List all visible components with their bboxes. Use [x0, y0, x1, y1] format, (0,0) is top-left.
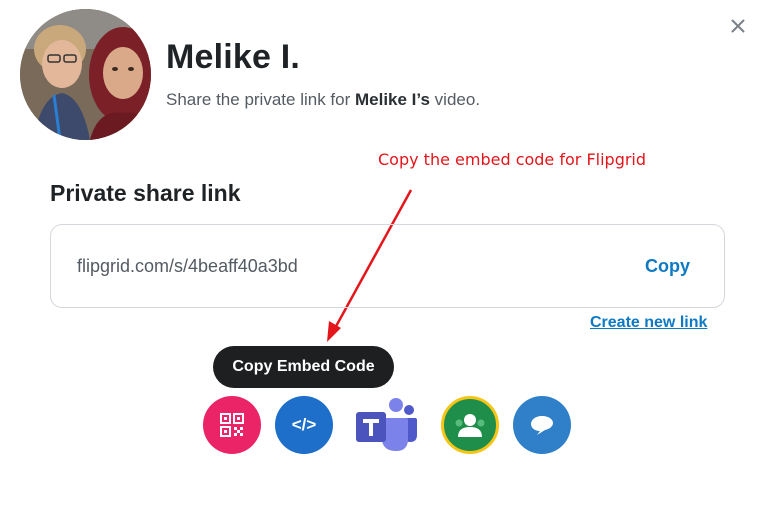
- code-icon: </>: [291, 415, 317, 434]
- section-title: Private share link: [50, 180, 241, 206]
- qr-code-button[interactable]: [203, 396, 261, 454]
- avatar: [20, 9, 151, 140]
- share-modal: Melike I. Share the private link for Mel…: [0, 0, 770, 518]
- close-icon: [731, 19, 745, 33]
- create-new-link[interactable]: Create new link: [590, 314, 707, 332]
- remind-button[interactable]: [513, 396, 571, 454]
- share-link-box: flipgrid.com/s/4beaff40a3bd Copy: [50, 224, 725, 308]
- close-button[interactable]: [723, 11, 753, 41]
- embed-code-button[interactable]: </>: [275, 396, 333, 454]
- copy-link-button[interactable]: Copy: [645, 256, 690, 277]
- embed-tooltip: Copy Embed Code: [213, 346, 394, 388]
- remind-icon: [531, 416, 553, 435]
- user-name: Melike I.: [166, 38, 301, 76]
- subtitle-user-name: Melike I’s: [354, 90, 430, 109]
- teams-icon: [356, 398, 417, 451]
- microsoft-teams-button[interactable]: [350, 396, 420, 454]
- qr-code-icon: [220, 413, 244, 437]
- share-subtitle: Share the private link for Melike I’s vi…: [166, 90, 481, 109]
- share-link-url[interactable]: flipgrid.com/s/4beaff40a3bd: [77, 256, 298, 277]
- google-classroom-button[interactable]: [441, 396, 499, 454]
- annotation-text: Copy the embed code for Flipgrid: [378, 150, 647, 169]
- classroom-icon: [455, 414, 485, 437]
